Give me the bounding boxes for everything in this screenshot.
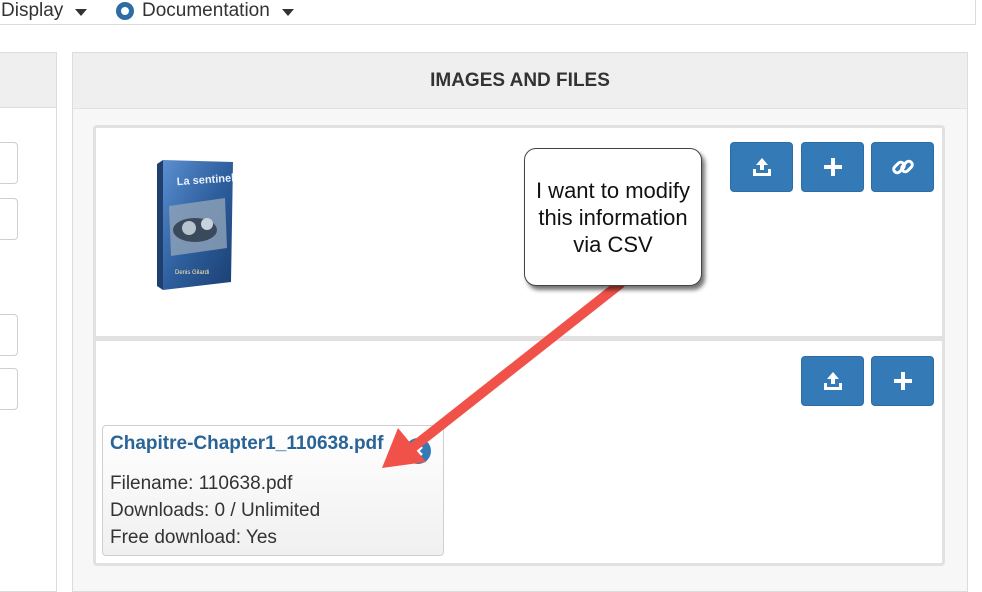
- display-menu[interactable]: Display: [1, 0, 88, 22]
- callout-text: I want to modify this information via CS…: [535, 177, 691, 257]
- left-input-3[interactable]: [0, 314, 18, 356]
- file-free-download: Free download: Yes: [110, 527, 277, 548]
- upload-image-button[interactable]: [730, 142, 793, 192]
- plus-icon: [823, 158, 842, 176]
- product-image-thumbnail[interactable]: La sentinelle Denis Gilardi: [155, 158, 235, 292]
- annotation-callout: I want to modify this information via CS…: [524, 148, 702, 286]
- caret-down-icon: [75, 8, 88, 16]
- book-author-text: Denis Gilardi: [175, 270, 209, 276]
- add-image-button[interactable]: [801, 142, 864, 192]
- upload-file-button[interactable]: [801, 356, 864, 406]
- upload-icon: [823, 372, 842, 390]
- add-file-button[interactable]: [871, 356, 934, 406]
- file-download-link[interactable]: Chapitre-Chapter1_110638.pdf: [110, 433, 436, 455]
- documentation-menu[interactable]: Documentation: [116, 0, 294, 22]
- upload-icon: [752, 158, 771, 176]
- remove-file-icon[interactable]: [405, 438, 431, 464]
- caret-down-icon: [281, 8, 294, 16]
- top-navbar: Display Documentation: [0, 0, 976, 25]
- left-input-1[interactable]: [0, 142, 18, 184]
- file-downloads: Downloads: 0 / Unlimited: [110, 500, 321, 521]
- left-input-4[interactable]: [0, 368, 18, 410]
- file-card: Chapitre-Chapter1_110638.pdf Filename: 1…: [102, 425, 444, 556]
- display-menu-label: Display: [1, 0, 64, 21]
- lifebuoy-icon: [116, 2, 134, 20]
- panel-title: IMAGES AND FILES: [73, 53, 967, 109]
- plus-icon: [893, 372, 912, 390]
- documentation-menu-label: Documentation: [142, 0, 270, 21]
- link-image-button[interactable]: [871, 142, 934, 192]
- left-panel-heading: [0, 53, 56, 108]
- link-icon: [891, 159, 914, 175]
- file-filename: Filename: 110638.pdf: [110, 473, 293, 494]
- left-input-2[interactable]: [0, 198, 18, 240]
